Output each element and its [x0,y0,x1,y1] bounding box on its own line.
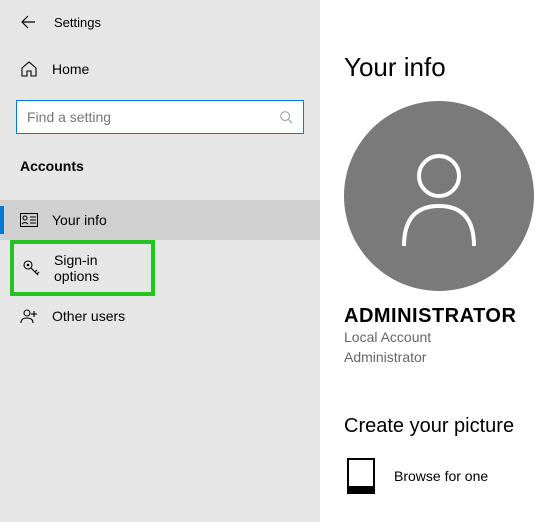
browse-for-one-button[interactable]: Browse for one [344,456,559,496]
content-pane: Your info ADMINISTRATOR Local Account Ad… [320,0,559,522]
sidebar: Settings Home Accounts [0,0,320,522]
page-title: Your info [344,52,559,83]
account-role: Administrator [344,348,559,368]
account-name: ADMINISTRATOR [344,305,559,328]
avatar [344,101,534,291]
account-card-icon [20,213,38,227]
person-icon [394,146,484,246]
key-icon [22,259,40,277]
sidebar-item-label: Other users [52,308,125,324]
home-label: Home [52,61,89,77]
back-button[interactable] [20,14,36,30]
sidebar-item-sign-in-options[interactable]: Sign-in options [10,240,155,296]
sidebar-item-your-info[interactable]: Your info [0,200,320,240]
search-container [16,100,304,134]
home-icon [20,60,38,78]
sidebar-item-label: Sign-in options [54,252,135,284]
account-type: Local Account [344,328,559,348]
picture-section-heading: Create your picture [344,415,559,438]
users-icon [20,308,38,324]
header: Settings [0,14,320,30]
browse-label: Browse for one [394,468,488,484]
search-input[interactable] [27,109,279,125]
file-browse-icon [344,456,378,496]
section-label: Accounts [0,158,320,174]
sidebar-home[interactable]: Home [0,52,320,86]
search-icon [279,110,293,124]
arrow-left-icon [20,14,36,30]
settings-title: Settings [54,15,101,30]
search-box[interactable] [16,100,304,134]
sidebar-item-label: Your info [52,212,107,228]
sidebar-item-other-users[interactable]: Other users [0,296,320,336]
